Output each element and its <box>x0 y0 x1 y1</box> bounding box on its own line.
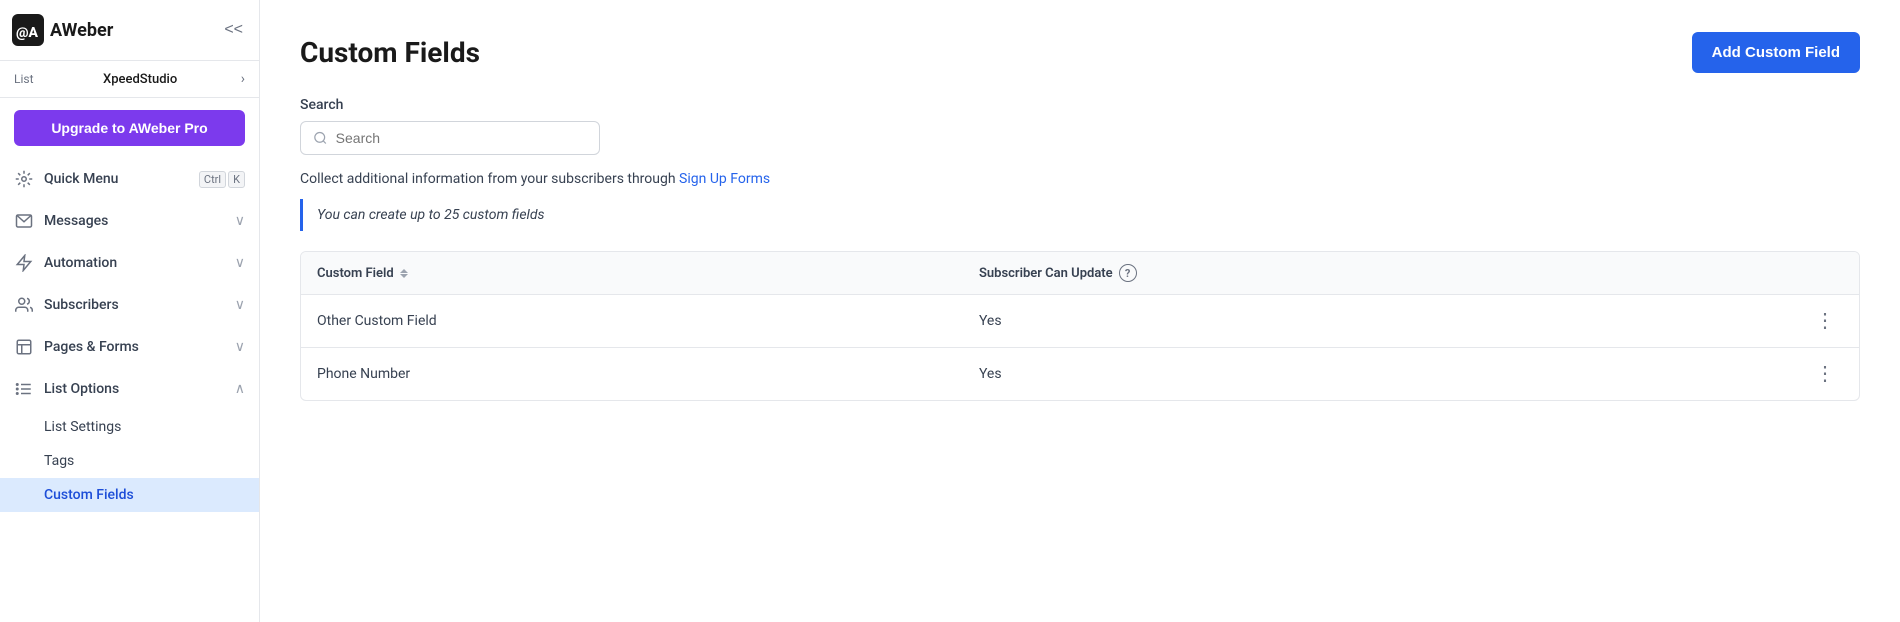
list-label: List <box>14 72 34 86</box>
sidebar-item-messages[interactable]: Messages ∨ <box>0 200 259 242</box>
list-options-chevron-icon: ∧ <box>235 381 245 397</box>
list-chevron-icon: › <box>241 71 245 87</box>
messages-label: Messages <box>44 213 225 229</box>
custom-field-name-cell: Phone Number <box>301 348 963 401</box>
table-header-subscriber-can-update: Subscriber Can Update ? <box>963 252 1791 295</box>
aweber-logo-icon: @A <box>12 14 44 46</box>
automation-icon <box>14 253 34 273</box>
sidebar-item-list-options[interactable]: List Options ∧ <box>0 368 259 410</box>
note-box: You can create up to 25 custom fields <box>300 199 1860 231</box>
sidebar-item-subscribers[interactable]: Subscribers ∨ <box>0 284 259 326</box>
main-header: Custom Fields Add Custom Field <box>300 32 1860 73</box>
search-input[interactable] <box>336 130 587 146</box>
page-title: Custom Fields <box>300 36 480 69</box>
custom-field-name-cell: Other Custom Field <box>301 295 963 348</box>
subscriber-can-update-help-icon[interactable]: ? <box>1119 264 1137 282</box>
messages-icon <box>14 211 34 231</box>
subscribers-icon <box>14 295 34 315</box>
subscribers-chevron-icon: ∨ <box>235 297 245 313</box>
pages-forms-label: Pages & Forms <box>44 339 225 355</box>
upgrade-button[interactable]: Upgrade to AWeber Pro <box>14 110 245 146</box>
pages-forms-icon <box>14 337 34 357</box>
subscriber-can-update-cell: Yes <box>963 295 1791 348</box>
search-label: Search <box>300 97 1860 113</box>
search-box <box>300 121 600 155</box>
sign-up-forms-link[interactable]: Sign Up Forms <box>679 171 770 187</box>
sidebar-sub-item-tags[interactable]: Tags <box>0 444 259 478</box>
messages-chevron-icon: ∨ <box>235 213 245 229</box>
row-action-menu-button[interactable]: ⋮ <box>1807 362 1843 386</box>
pages-forms-chevron-icon: ∨ <box>235 339 245 355</box>
sidebar-sub-item-list-settings[interactable]: List Settings <box>0 410 259 444</box>
sidebar-sub-item-custom-fields[interactable]: Custom Fields <box>0 478 259 512</box>
row-actions-cell: ⋮ <box>1791 348 1859 401</box>
row-actions-cell: ⋮ <box>1791 295 1859 348</box>
collapse-sidebar-button[interactable]: << <box>220 17 247 43</box>
svg-text:@A: @A <box>16 25 39 41</box>
main-content: Custom Fields Add Custom Field Search Co… <box>260 0 1900 622</box>
automation-label: Automation <box>44 255 225 271</box>
aweber-logo-text: AWeber <box>50 20 113 41</box>
info-text: Collect additional information from your… <box>300 171 1860 187</box>
search-icon <box>313 130 328 146</box>
list-name: XpeedStudio <box>103 72 177 87</box>
automation-chevron-icon: ∨ <box>235 255 245 271</box>
table-header-actions <box>1791 252 1859 295</box>
sort-icon[interactable] <box>400 269 408 278</box>
table-row: Other Custom Field Yes ⋮ <box>301 295 1859 348</box>
custom-fields-table: Custom Field Subscriber Can Update ? <box>300 251 1860 401</box>
list-options-label: List Options <box>44 381 225 397</box>
subscriber-can-update-cell: Yes <box>963 348 1791 401</box>
search-section: Search <box>300 97 1860 155</box>
sidebar-item-quick-menu[interactable]: Quick Menu Ctrl K <box>0 158 259 200</box>
sidebar-item-pages-forms[interactable]: Pages & Forms ∨ <box>0 326 259 368</box>
list-options-icon <box>14 379 34 399</box>
aweber-logo: @A AWeber <box>12 14 113 46</box>
table-row: Phone Number Yes ⋮ <box>301 348 1859 401</box>
quick-menu-shortcut: Ctrl K <box>199 171 245 188</box>
sidebar-item-automation[interactable]: Automation ∨ <box>0 242 259 284</box>
row-action-menu-button[interactable]: ⋮ <box>1807 309 1843 333</box>
table-header-custom-field: Custom Field <box>301 252 963 295</box>
quick-menu-icon <box>14 169 34 189</box>
sidebar: @A AWeber << List XpeedStudio › Upgrade … <box>0 0 260 622</box>
subscribers-label: Subscribers <box>44 297 225 313</box>
add-custom-field-button[interactable]: Add Custom Field <box>1692 32 1860 73</box>
quick-menu-label: Quick Menu <box>44 171 189 187</box>
sidebar-header: @A AWeber << <box>0 0 259 61</box>
list-selector[interactable]: List XpeedStudio › <box>0 61 259 98</box>
